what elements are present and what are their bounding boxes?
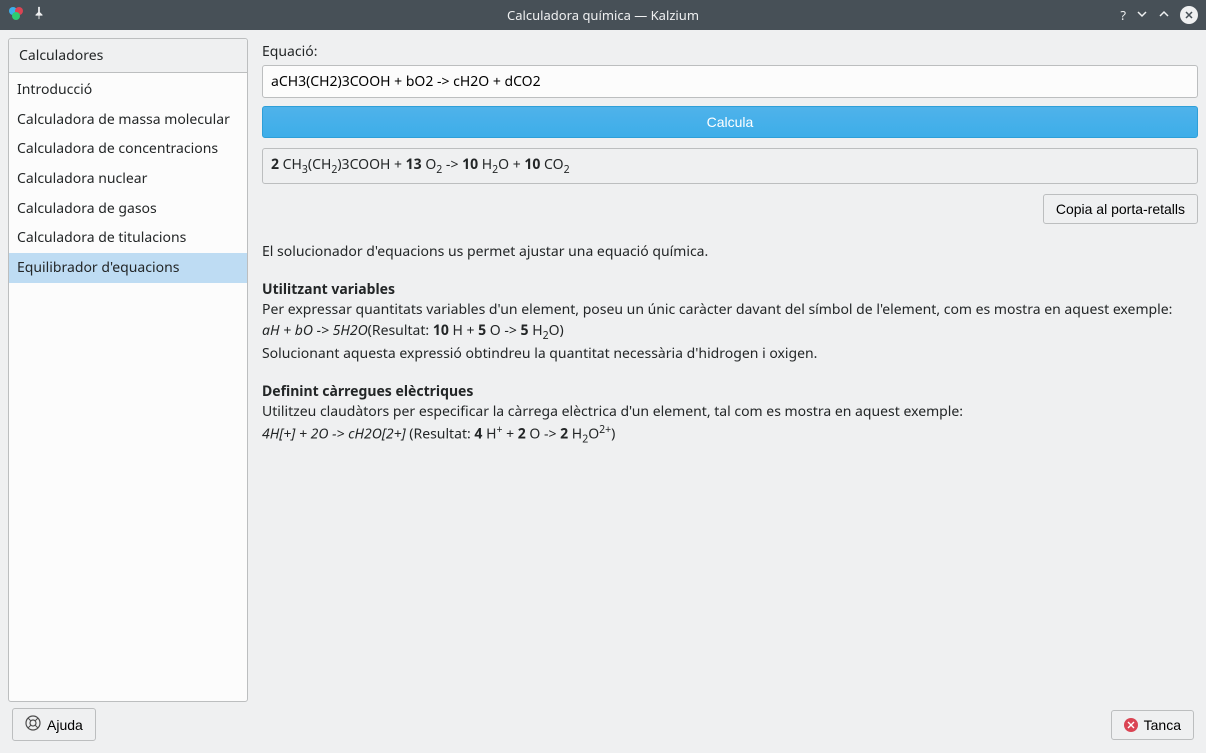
sidebar-item-equation-balancer[interactable]: Equilibrador d'equacions xyxy=(9,253,247,283)
content: Calculadores Introducció Calculadora de … xyxy=(0,30,1206,753)
section1-body: Per expressar quantitats variables d'un … xyxy=(262,300,1198,320)
sidebar-item-intro[interactable]: Introducció xyxy=(9,75,247,105)
sidebar-header: Calculadores xyxy=(9,39,247,73)
close-icon xyxy=(1124,718,1138,732)
section1-title: Utilitzant variables xyxy=(262,280,395,299)
window-close-button[interactable] xyxy=(1180,6,1198,24)
sidebar-item-molecular-mass[interactable]: Calculadora de massa molecular xyxy=(9,105,247,135)
maximize-icon[interactable] xyxy=(1158,6,1170,24)
sidebar-item-concentrations[interactable]: Calculadora de concentracions xyxy=(9,134,247,164)
titlebar: Calculadora química — Kalzium ? xyxy=(0,0,1206,30)
sidebar-item-nuclear[interactable]: Calculadora nuclear xyxy=(9,164,247,194)
sidebar-item-gas[interactable]: Calculadora de gasos xyxy=(9,194,247,224)
section2-title: Definint càrregues elèctriques xyxy=(262,382,473,401)
sidebar-list: Introducció Calculadora de massa molecul… xyxy=(9,73,247,701)
equation-input[interactable] xyxy=(262,65,1198,98)
sidebar-item-titration[interactable]: Calculadora de titulacions xyxy=(9,223,247,253)
close-button[interactable]: Tanca xyxy=(1111,710,1194,740)
section1-tail: Solucionant aquesta expressió obtindreu … xyxy=(262,344,1198,364)
titlebar-help-icon[interactable]: ? xyxy=(1120,6,1126,24)
equation-label: Equació: xyxy=(262,42,1198,61)
copy-clipboard-button[interactable]: Copia al porta-retalls xyxy=(1043,194,1198,224)
main-pane: Equació: Calcula 2 CH3(CH2)3COOH + 13 O2… xyxy=(262,38,1198,702)
description-text: El solucionador d'equacions us permet aj… xyxy=(262,242,1198,262)
close-button-label: Tanca xyxy=(1144,717,1181,733)
sidebar: Calculadores Introducció Calculadora de … xyxy=(8,38,248,702)
help-button[interactable]: Ajuda xyxy=(12,708,96,741)
help-button-label: Ajuda xyxy=(47,717,83,733)
section2-body: Utilitzeu claudàtors per especificar la … xyxy=(262,402,1198,422)
window-title: Calculadora química — Kalzium xyxy=(507,6,699,24)
result-display: 2 CH3(CH2)3COOH + 13 O2 -> 10 H2O + 10 C… xyxy=(262,148,1198,184)
minimize-icon[interactable] xyxy=(1136,6,1148,24)
pin-icon[interactable] xyxy=(32,6,46,24)
help-text: El solucionador d'equacions us permet aj… xyxy=(262,242,1198,447)
section2-example: 4H[+] + 2O -> cH2O[2+] (Resultat: 4 H+ +… xyxy=(262,423,1198,448)
calculate-button[interactable]: Calcula xyxy=(262,106,1198,138)
footer: Ajuda Tanca xyxy=(8,702,1198,745)
app-icon xyxy=(8,5,24,26)
app-window: Calculadora química — Kalzium ? Calculad… xyxy=(0,0,1206,753)
section1-example: aH + bO -> 5H2O(Resultat: 10 H + 5 O -> … xyxy=(262,321,1198,344)
help-lifebuoy-icon xyxy=(25,715,41,734)
